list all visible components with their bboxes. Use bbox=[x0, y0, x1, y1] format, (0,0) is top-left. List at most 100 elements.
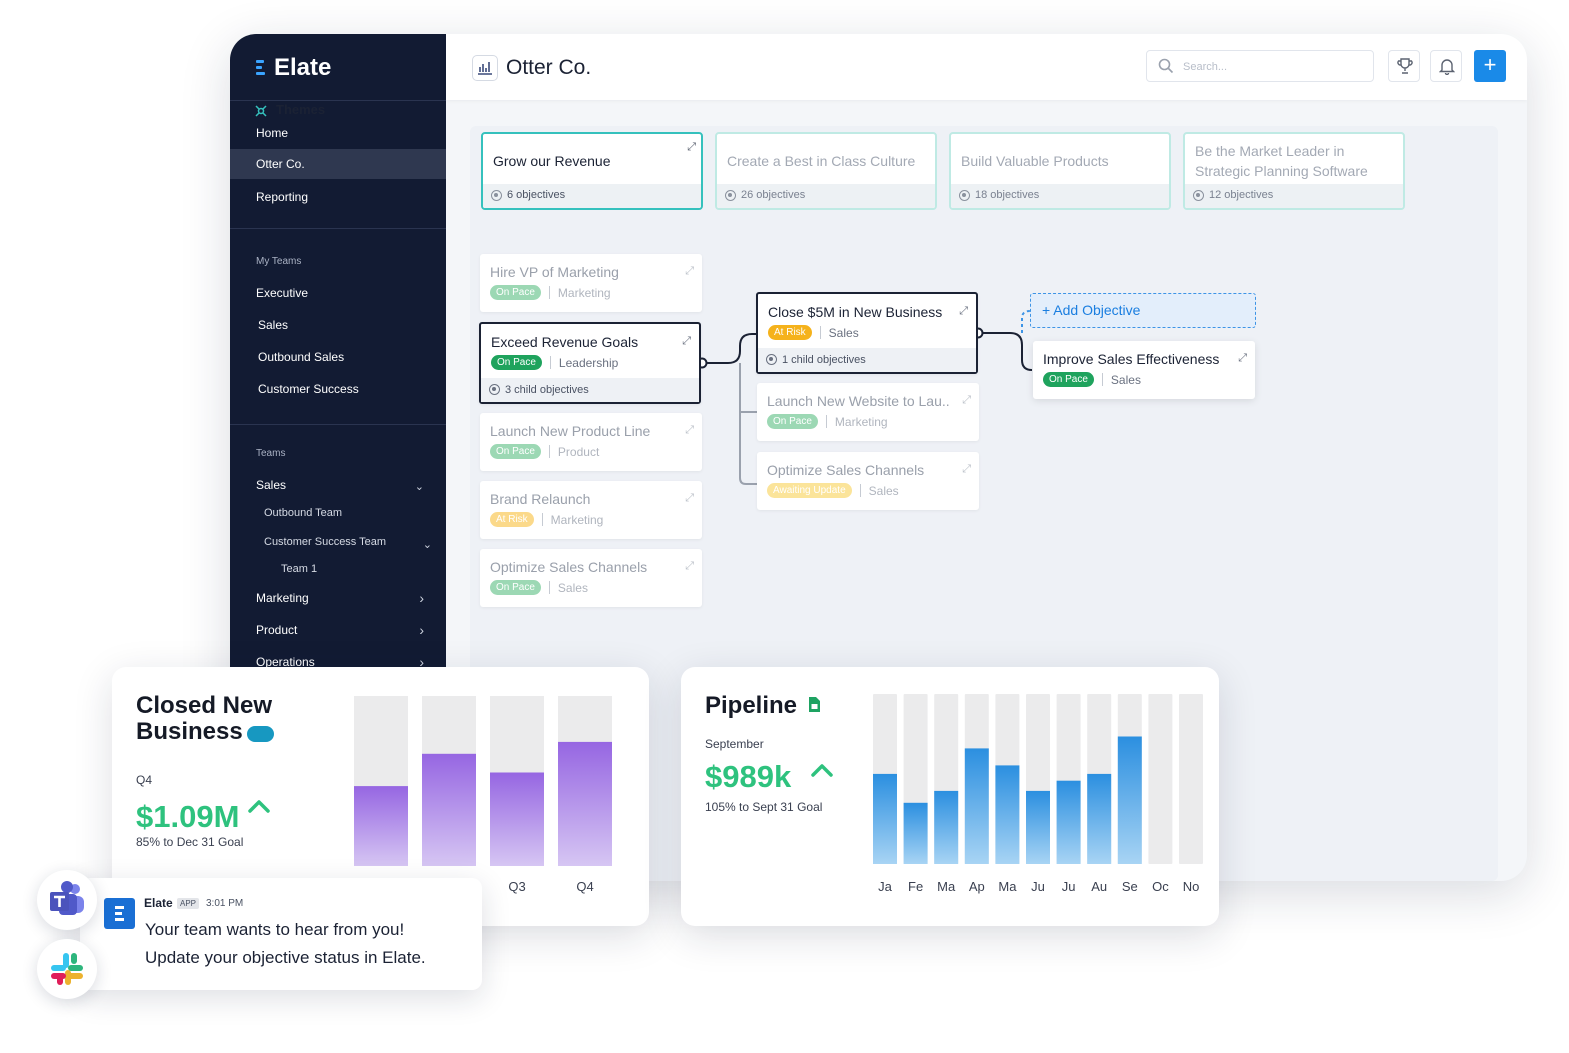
x-tick-label: Au bbox=[1091, 879, 1107, 894]
microsoft-teams-icon[interactable] bbox=[37, 870, 97, 930]
card-title-line1: Closed New bbox=[136, 692, 273, 719]
status-badge: On Pace bbox=[490, 285, 541, 300]
expand-icon[interactable]: ⤢ bbox=[682, 335, 691, 348]
notif-app-name: Elate bbox=[144, 896, 173, 910]
objective-card[interactable]: Launch New Website to Lau.. ⤢ On Pace Mar… bbox=[757, 383, 979, 441]
x-tick-label: Oc bbox=[1152, 879, 1169, 894]
team-label: Sales bbox=[1110, 372, 1141, 387]
status-badge: At Risk bbox=[768, 325, 812, 340]
status-badge: On Pace bbox=[1043, 372, 1094, 387]
notif-message-line1: Your team wants to hear from you! bbox=[145, 920, 405, 939]
team-label: Marketing bbox=[834, 414, 888, 429]
team-label: Marketing bbox=[557, 285, 611, 300]
x-tick-label: Ma bbox=[937, 879, 956, 894]
bar-track bbox=[1179, 694, 1203, 864]
bar-0 bbox=[873, 773, 897, 864]
salesforce-icon bbox=[246, 726, 274, 742]
team-label: Sales bbox=[868, 483, 899, 498]
objective-title: Optimize Sales Channels bbox=[490, 559, 648, 575]
bar-q1 bbox=[354, 786, 408, 866]
status-badge: On Pace bbox=[490, 580, 541, 595]
objective-title: Brand Relaunch bbox=[490, 491, 591, 507]
objective-title: Launch New Product Line bbox=[490, 423, 651, 439]
status-badge: On Pace bbox=[767, 414, 818, 429]
pipeline-chart: Ja Fe Ma Ap Ma Ju Ju Au Se Oc No bbox=[873, 694, 1203, 894]
x-tick-label: Ju bbox=[1062, 879, 1076, 894]
pipeline-card: Pipeline September $989k 105% to Sept 31… bbox=[681, 667, 1219, 926]
sheets-icon bbox=[809, 697, 820, 712]
card-title: Pipeline bbox=[705, 692, 798, 719]
objective-card[interactable]: Exceed Revenue Goals ⤢ On Pace Leadership… bbox=[479, 322, 701, 404]
x-tick-label: Q4 bbox=[576, 879, 593, 894]
status-badge: At Risk bbox=[490, 512, 534, 527]
expand-icon[interactable]: ⤢ bbox=[685, 560, 694, 573]
expand-icon[interactable]: ⤢ bbox=[1238, 352, 1247, 365]
objective-card[interactable]: Brand Relaunch ⤢ At Risk Marketing bbox=[480, 481, 702, 539]
notif-time: 3:01 PM bbox=[206, 898, 244, 909]
objective-title: Hire VP of Marketing bbox=[490, 264, 619, 280]
add-objective-button[interactable]: + Add Objective bbox=[1030, 293, 1256, 328]
objective-title: Improve Sales Effectiveness bbox=[1043, 351, 1220, 367]
expand-icon[interactable]: ⤢ bbox=[962, 394, 971, 407]
period-label: Q4 bbox=[136, 773, 153, 787]
bar-q3 bbox=[490, 772, 544, 866]
objective-card[interactable]: Optimize Sales Channels ⤢ On Pace Sales bbox=[480, 549, 702, 607]
bar-q2 bbox=[422, 753, 476, 866]
bar-3 bbox=[964, 748, 989, 864]
objective-title: Optimize Sales Channels bbox=[767, 462, 925, 478]
team-label: Sales bbox=[557, 580, 588, 595]
team-label: Product bbox=[557, 444, 600, 459]
card-title-line2: Business bbox=[136, 719, 274, 745]
expand-icon[interactable]: ⤢ bbox=[959, 305, 968, 318]
objective-card[interactable]: Optimize Sales Channels ⤢ Awaiting Updat… bbox=[757, 452, 979, 510]
trend-up-icon bbox=[248, 800, 270, 813]
x-tick-label: No bbox=[1183, 879, 1200, 894]
bar-track bbox=[1148, 694, 1173, 864]
expand-icon[interactable]: ⤢ bbox=[962, 463, 971, 476]
kpi-value: $989k bbox=[705, 759, 792, 794]
goal-text: 105% to Sept 31 Goal bbox=[705, 800, 823, 814]
target-icon bbox=[489, 384, 500, 395]
notification-toast[interactable]: Elate APP 3:01 PM Your team wants to hea… bbox=[80, 878, 482, 990]
child-objectives-count: 1 child objectives bbox=[782, 354, 866, 366]
x-tick-label: Ap bbox=[969, 879, 985, 894]
objective-card[interactable]: Improve Sales Effectiveness ⤢ On Pace Sal… bbox=[1033, 341, 1255, 399]
status-badge: On Pace bbox=[491, 355, 542, 370]
bar-5 bbox=[1026, 790, 1050, 864]
team-label: Sales bbox=[828, 325, 859, 340]
kpi-value: $1.09M bbox=[136, 799, 240, 834]
objective-card[interactable]: Close $5M in New Business ⤢ At Risk Sales… bbox=[756, 292, 978, 374]
target-icon bbox=[766, 354, 777, 365]
goal-text: 85% to Dec 31 Goal bbox=[136, 835, 244, 849]
slack-icon[interactable] bbox=[37, 939, 97, 999]
x-tick-label: Ma bbox=[998, 879, 1017, 894]
app-badge: APP bbox=[177, 898, 200, 909]
bar-4 bbox=[995, 765, 1020, 864]
bar-8 bbox=[1117, 736, 1142, 864]
objective-card[interactable]: Launch New Product Line ⤢ On Pace Product bbox=[480, 413, 702, 471]
bar-7 bbox=[1087, 773, 1112, 864]
bar-1 bbox=[903, 802, 928, 864]
objective-card[interactable]: Hire VP of Marketing ⤢ On Pace Marketing bbox=[480, 254, 702, 312]
status-badge: Awaiting Update bbox=[767, 483, 852, 498]
expand-icon[interactable]: ⤢ bbox=[685, 424, 694, 437]
child-objectives-count: 3 child objectives bbox=[505, 384, 589, 396]
x-tick-label: Q3 bbox=[508, 879, 525, 894]
notif-message-line2: Update your objective status in Elate. bbox=[145, 948, 426, 967]
x-tick-label: Fe bbox=[908, 879, 923, 894]
expand-icon[interactable]: ⤢ bbox=[685, 492, 694, 505]
trend-up-icon bbox=[811, 764, 833, 777]
x-tick-label: Se bbox=[1122, 879, 1138, 894]
x-tick-label: Ju bbox=[1031, 879, 1045, 894]
bar-2 bbox=[934, 790, 959, 864]
status-badge: On Pace bbox=[490, 444, 541, 459]
objective-title: Launch New Website to Lau.. bbox=[767, 393, 950, 409]
card-title-text: Business bbox=[136, 718, 243, 745]
objective-title: Exceed Revenue Goals bbox=[491, 334, 639, 350]
bar-q4 bbox=[558, 741, 612, 866]
period-label: September bbox=[705, 737, 764, 751]
expand-icon[interactable]: ⤢ bbox=[685, 265, 694, 278]
elate-app-icon bbox=[104, 898, 135, 929]
bar-6 bbox=[1056, 780, 1081, 864]
x-tick-label: Ja bbox=[878, 879, 893, 894]
